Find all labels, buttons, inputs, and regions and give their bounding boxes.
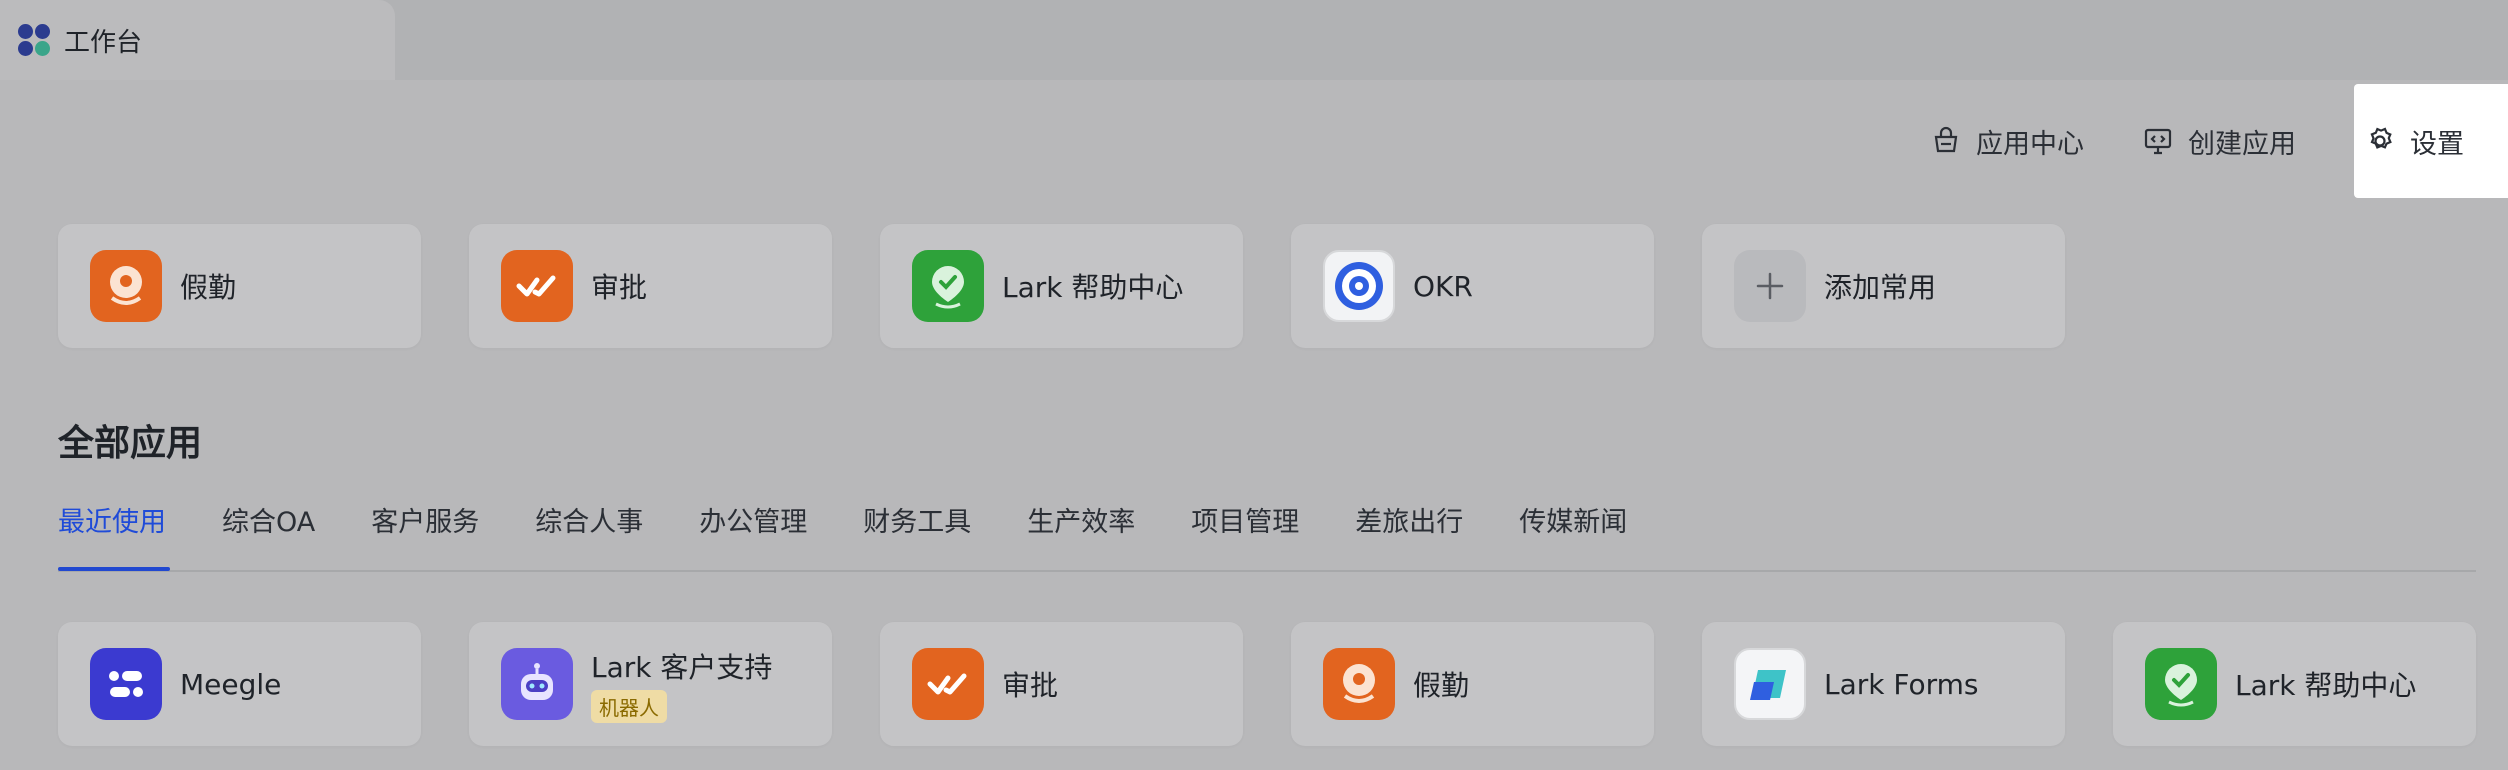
app-text: Lark 客户支持 机器人	[591, 646, 772, 723]
app-center-button[interactable]: 应用中心	[1930, 122, 2084, 161]
tab-strip: 工作台	[0, 0, 2508, 80]
app-label: Lark Forms	[1824, 667, 1979, 701]
app-card-forms[interactable]: Lark Forms	[1702, 622, 2065, 746]
tab-recent[interactable]: 最近使用	[58, 500, 166, 539]
tab-workbench[interactable]: 工作台	[0, 0, 395, 80]
tab-general-oa[interactable]: 综合OA	[222, 500, 315, 539]
app-card-customer-support[interactable]: Lark 客户支持 机器人	[469, 622, 832, 746]
code-monitor-icon	[2144, 128, 2172, 155]
favorite-label: Lark 帮助中心	[1002, 271, 1184, 304]
favorite-card-approval[interactable]: 审批	[469, 224, 832, 348]
category-tabs: 最近使用 综合OA 客户服务 综合人事 办公管理 财务工具 生产效率 项目管理 …	[58, 500, 1627, 539]
favorite-card-help-center[interactable]: Lark 帮助中心	[880, 224, 1243, 348]
tab-finance-tools[interactable]: 财务工具	[863, 500, 971, 539]
favorite-label: 假勤	[180, 271, 237, 304]
all-apps-title: 全部应用	[58, 423, 203, 464]
active-tab-indicator	[58, 567, 170, 571]
settings-button[interactable]: 设置	[2354, 84, 2508, 198]
add-favorite-card[interactable]: 添加常用	[1702, 224, 2065, 348]
app-card-attendance[interactable]: 假勤	[1291, 622, 1654, 746]
gear-icon	[2370, 127, 2392, 149]
meegle-icon	[90, 648, 162, 720]
app-label: Lark 帮助中心	[2235, 669, 2417, 702]
app-label: Meegle	[180, 667, 282, 701]
okr-icon	[1323, 250, 1395, 322]
approval-icon	[501, 250, 573, 322]
tab-title: 工作台	[64, 27, 143, 58]
favorite-label: 审批	[591, 271, 648, 304]
help-center-icon	[2145, 648, 2217, 720]
app-label: Lark 客户支持	[591, 650, 773, 684]
approval-icon	[912, 648, 984, 720]
create-app-button[interactable]: 创建应用	[2142, 122, 2296, 161]
app-label: 审批	[1002, 669, 1059, 702]
plus-icon	[1734, 250, 1806, 322]
tab-office-management[interactable]: 办公管理	[699, 500, 807, 539]
favorite-label: OKR	[1413, 269, 1473, 303]
tab-customer-service[interactable]: 客户服务	[371, 500, 479, 539]
attendance-icon	[90, 250, 162, 322]
workbench-logo-icon	[18, 24, 50, 56]
help-center-icon	[912, 250, 984, 322]
category-divider	[58, 570, 2476, 572]
app-card-help-center[interactable]: Lark 帮助中心	[2113, 622, 2476, 746]
bot-icon	[501, 648, 573, 720]
create-app-label: 创建应用	[2188, 128, 2296, 160]
tab-project-management[interactable]: 项目管理	[1191, 500, 1299, 539]
favorite-card-attendance[interactable]: 假勤	[58, 224, 421, 348]
attendance-icon	[1323, 648, 1395, 720]
bot-tag: 机器人	[591, 689, 667, 723]
tab-productivity[interactable]: 生产效率	[1027, 500, 1135, 539]
app-card-meegle[interactable]: Meegle	[58, 622, 421, 746]
app-center-label: 应用中心	[1976, 128, 2084, 160]
tab-hr[interactable]: 综合人事	[535, 500, 643, 539]
tab-travel[interactable]: 差旅出行	[1355, 500, 1463, 539]
favorite-label: 添加常用	[1824, 271, 1937, 304]
favorite-card-okr[interactable]: OKR	[1291, 224, 1654, 348]
app-store-icon	[1934, 126, 1958, 153]
header-actions: 应用中心 创建应用 设置	[1930, 84, 2508, 198]
app-card-approval[interactable]: 审批	[880, 622, 1243, 746]
tab-media-news[interactable]: 传媒新闻	[1519, 500, 1627, 539]
app-label: 假勤	[1413, 669, 1470, 702]
settings-label: 设置	[2410, 128, 2464, 160]
forms-icon	[1734, 648, 1806, 720]
